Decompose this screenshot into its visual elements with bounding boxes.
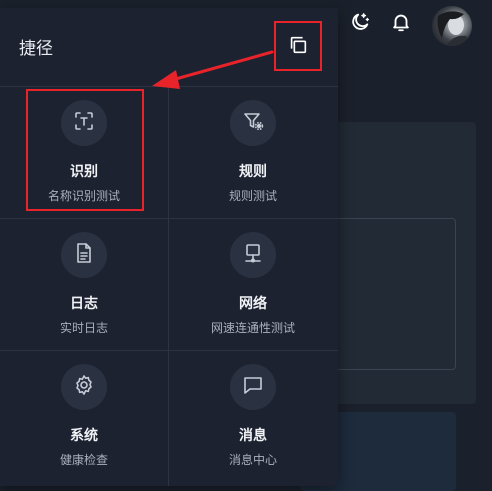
annotation-arrow (152, 50, 274, 89)
page: 捷径 识别 名称识别测试 规则 规则测试 日志 实时日志 网络 网速连通性测试 … (0, 0, 492, 491)
